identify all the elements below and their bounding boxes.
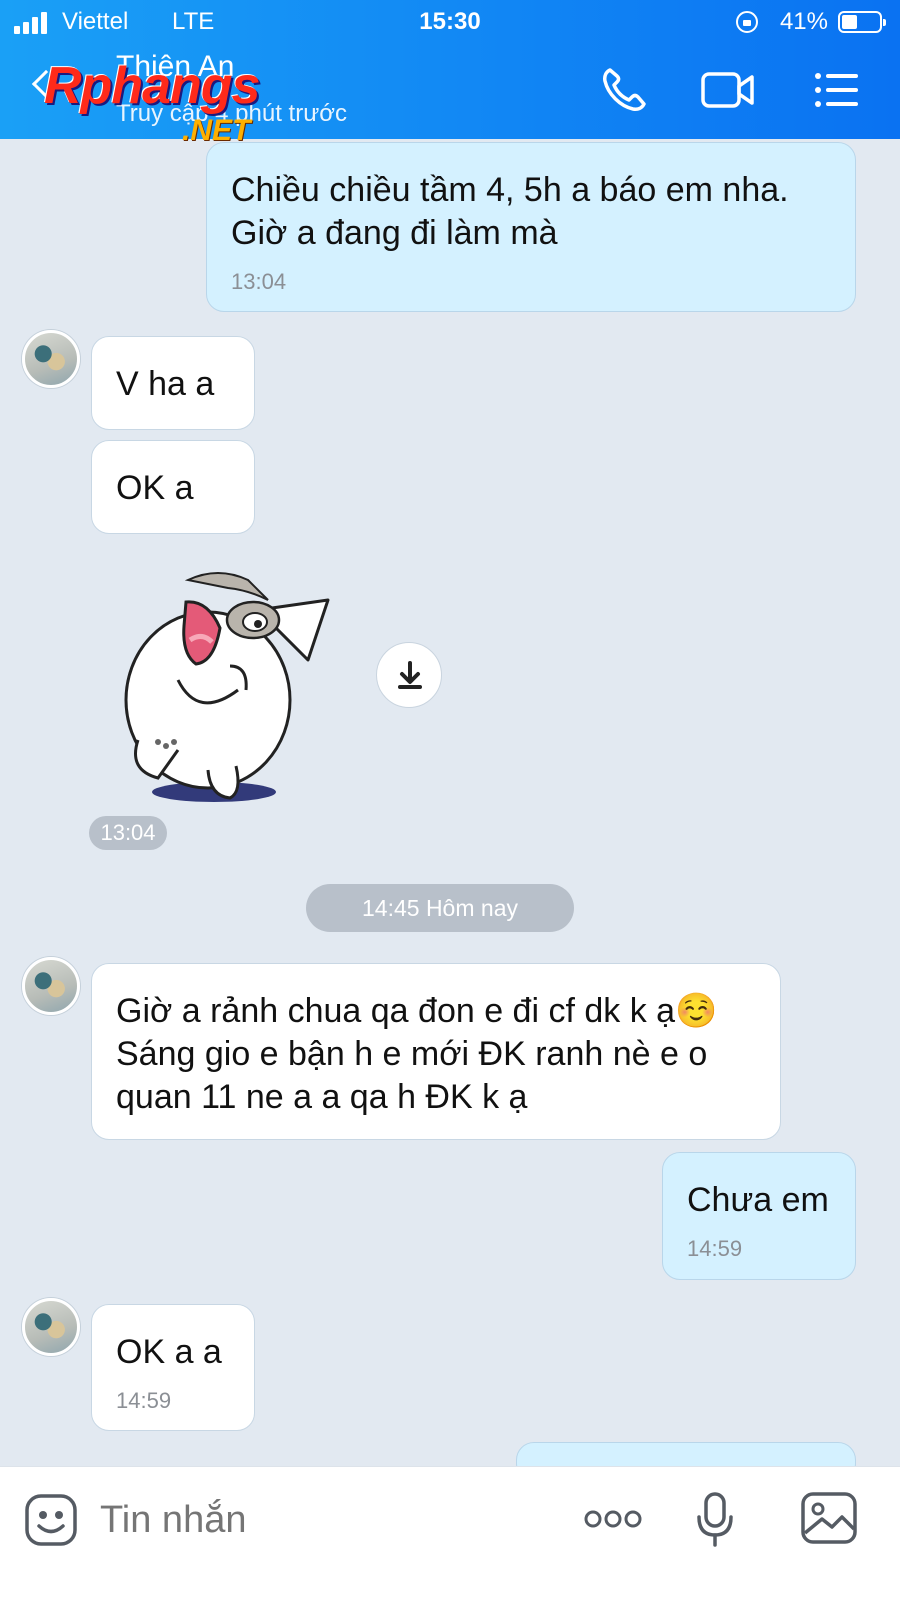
status-bar: Viettel LTE 15:30 41% (14, 8, 886, 38)
video-icon (701, 72, 754, 108)
date-separator: 14:45 Hôm nay (306, 884, 574, 932)
avatar[interactable] (22, 330, 80, 388)
message-time: 13:04 (231, 269, 287, 294)
message-bubble-outgoing[interactable]: Chiều chiều tầm 4, 5h a báo em nha. Giờ … (206, 142, 856, 312)
phone-icon (603, 68, 646, 111)
message-bubble-incoming[interactable]: Giờ a rảnh chua qa đon e đi cf dk k ạ☺️ … (91, 963, 781, 1140)
avatar[interactable] (22, 957, 80, 1015)
gallery-icon (801, 1492, 857, 1544)
emoji-button[interactable] (24, 1493, 78, 1547)
watermark-logo: Rphangs (44, 57, 260, 115)
options-menu-button[interactable] (808, 62, 864, 118)
download-icon (398, 661, 422, 689)
cat-sticker[interactable] (118, 570, 338, 810)
more-options-button[interactable] (584, 1507, 642, 1531)
gallery-button[interactable] (800, 1491, 858, 1545)
menu-icon (815, 73, 858, 107)
message-text: Chiều chiều tầm 4, 5h a báo em nha. Giờ … (231, 171, 789, 252)
video-call-button[interactable] (700, 62, 756, 118)
message-text: Chưa em (687, 1181, 829, 1219)
avatar[interactable] (22, 1298, 80, 1356)
message-bubble-incoming[interactable]: OK a (91, 440, 255, 534)
lock-rotation-icon (736, 11, 758, 33)
message-text: Giờ a rảnh chua qa đon e đi cf dk k ạ☺️ … (116, 992, 718, 1116)
chat-header: Viettel LTE 15:30 41% Thiên An Truy cập … (0, 0, 900, 147)
message-input[interactable] (100, 1495, 540, 1545)
message-bubble-incoming[interactable]: OK a a 14:59 (91, 1304, 255, 1431)
message-text: V ha a (116, 365, 215, 403)
battery-icon (838, 11, 886, 33)
more-icon (584, 1510, 642, 1528)
voice-call-button[interactable] (596, 62, 652, 118)
message-text: OK a (116, 469, 194, 507)
mic-icon (697, 1492, 733, 1547)
download-sticker-button[interactable] (376, 642, 442, 708)
battery-percent: 41% (779, 8, 828, 35)
message-time: 13:04 (89, 816, 167, 850)
message-text: OK a a (116, 1333, 222, 1371)
message-bubble-outgoing[interactable]: Chưa em 14:59 (662, 1152, 856, 1280)
emoji-icon (25, 1494, 77, 1546)
message-time: 14:59 (687, 1236, 743, 1261)
voice-record-button[interactable] (694, 1491, 736, 1549)
message-bubble-incoming[interactable]: V ha a (91, 336, 255, 430)
composer-bar (0, 1466, 900, 1600)
message-time: 14:59 (116, 1388, 172, 1413)
